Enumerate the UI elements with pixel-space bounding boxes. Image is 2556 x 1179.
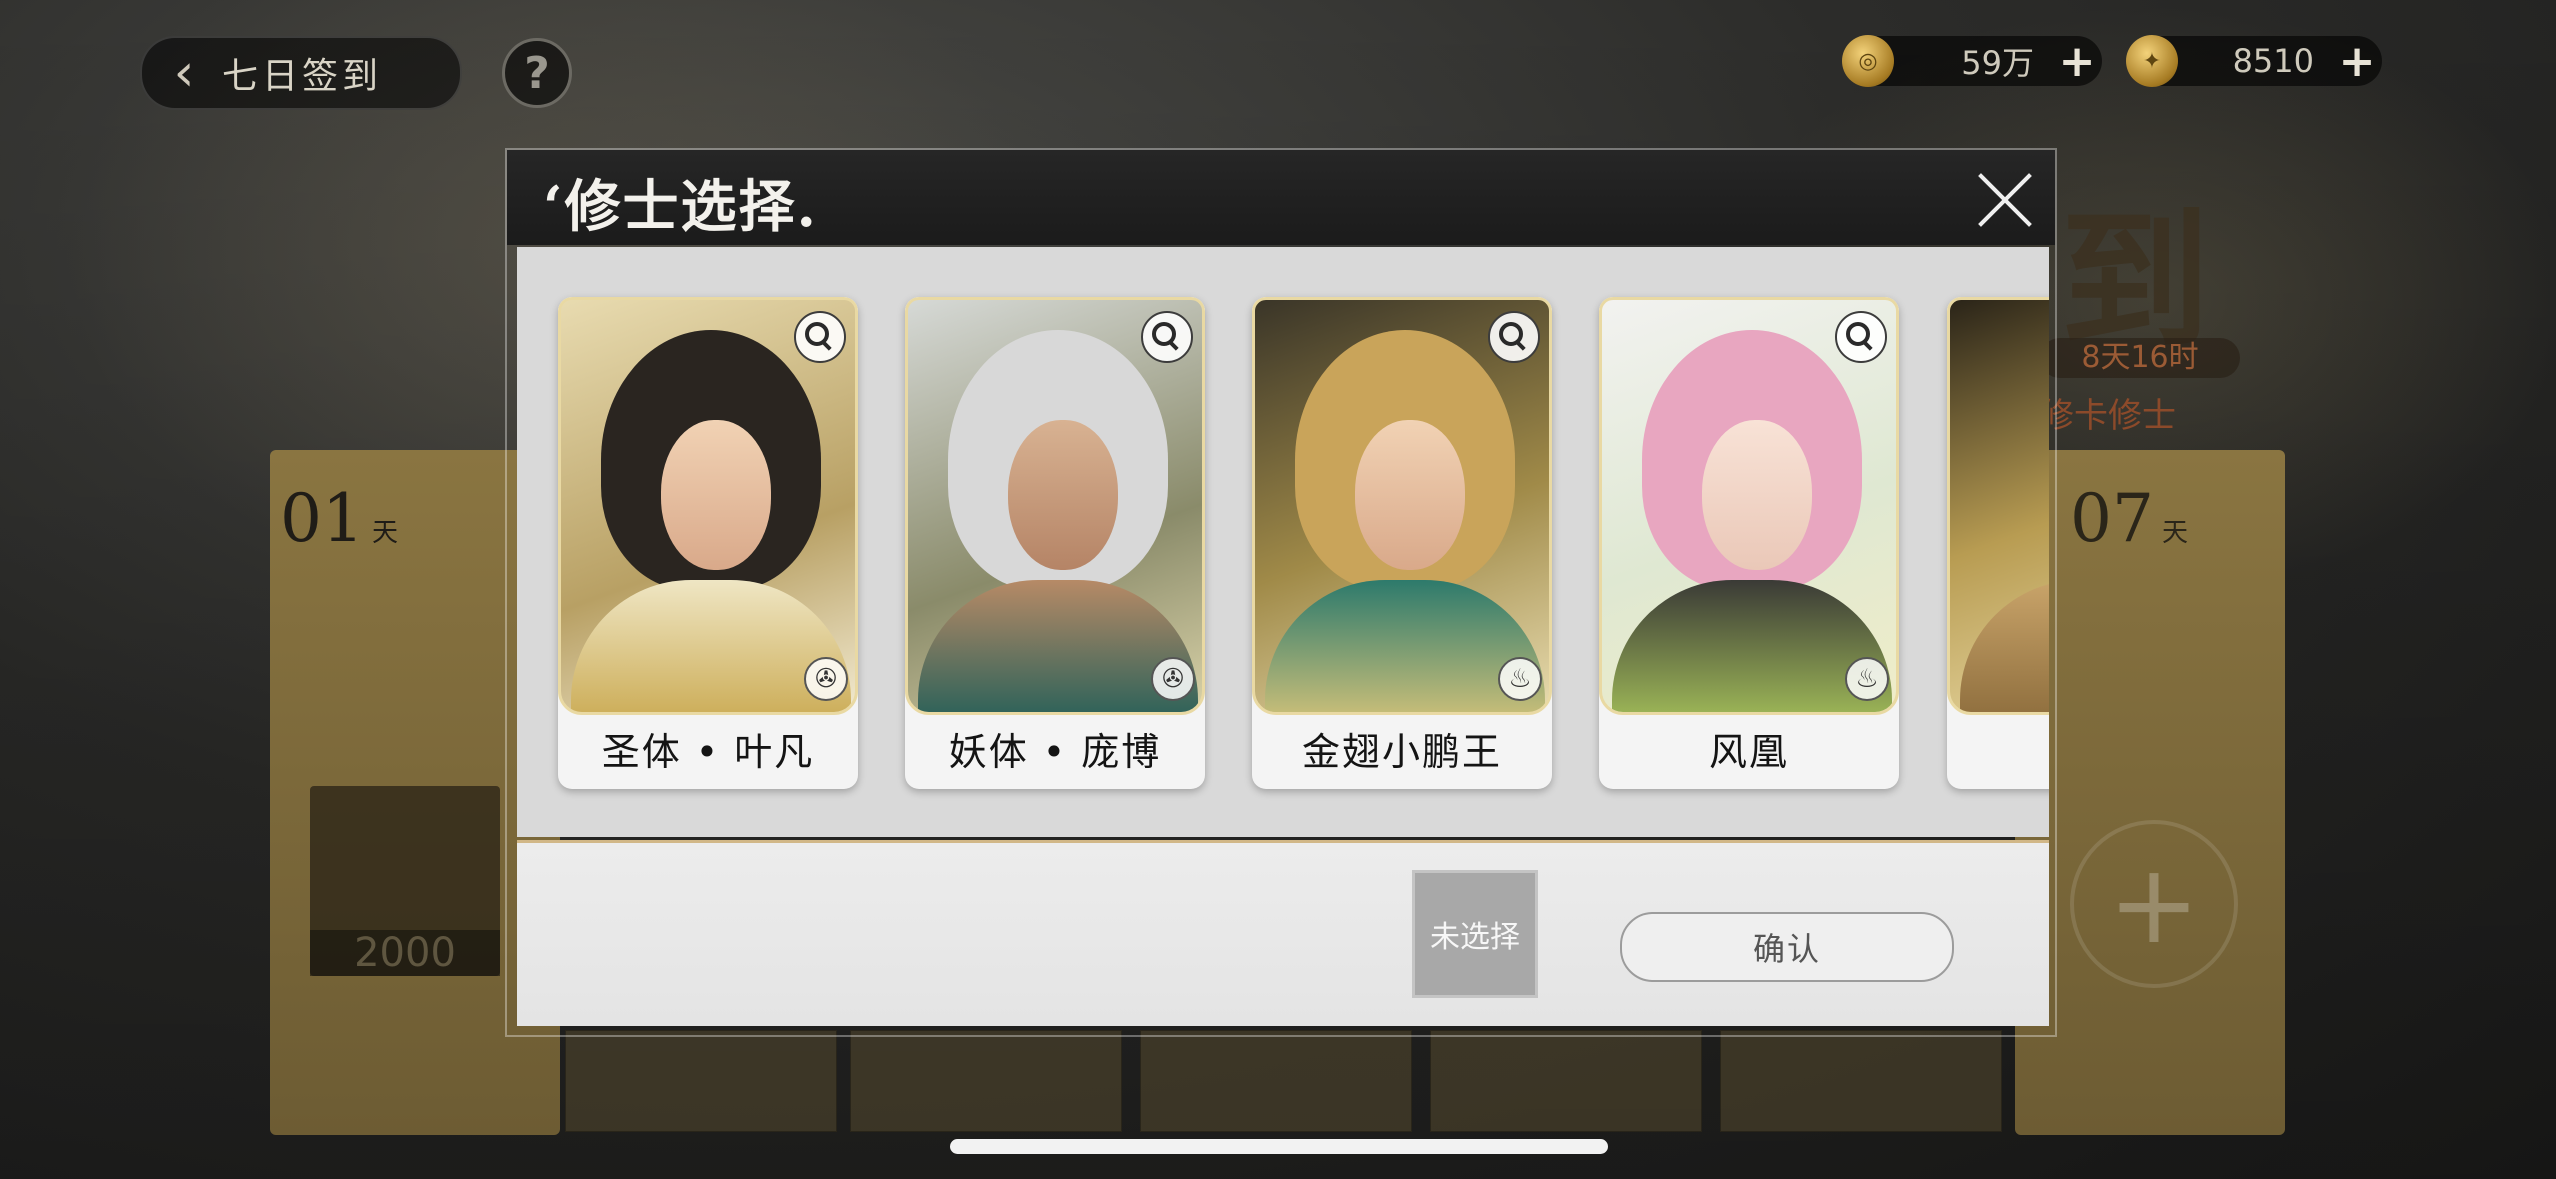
dialog-title: ‘修士选择. bbox=[543, 174, 818, 240]
selected-slot[interactable]: 未选择 bbox=[1412, 870, 1538, 998]
day-panel-3[interactable] bbox=[850, 1030, 1122, 1132]
add-icon[interactable]: + bbox=[2070, 820, 2238, 988]
magnify-icon[interactable] bbox=[1141, 311, 1193, 363]
close-icon[interactable] bbox=[1973, 168, 2037, 232]
character-card-2[interactable]: ✇ 妖体 • 庞博 bbox=[905, 297, 1205, 789]
day-panel-6[interactable] bbox=[1720, 1030, 2002, 1132]
character-name: 金翅小鹏王 bbox=[1301, 730, 1502, 774]
character-portrait bbox=[1947, 297, 2049, 715]
gem-icon: ✦ bbox=[2126, 35, 2178, 87]
event-timer: 8天16时 bbox=[2040, 338, 2240, 378]
swirl-element-icon: ✇ bbox=[1151, 657, 1195, 701]
chevron-left-icon: ‹ bbox=[173, 43, 195, 103]
card-list[interactable]: ✇ 圣体 • 叶凡 ✇ 妖体 • 庞博 ♨ 金翅小鹏王 ♨ 风凰 bbox=[517, 247, 2049, 837]
back-label: 七日签到 bbox=[222, 56, 383, 97]
confirm-button[interactable]: 确认 bbox=[1620, 912, 1954, 982]
character-card-1[interactable]: ✇ 圣体 • 叶凡 bbox=[558, 297, 858, 789]
reward-value: 2000 bbox=[310, 930, 500, 976]
character-name: 妖体 • 庞博 bbox=[948, 730, 1162, 774]
day-panel-5[interactable] bbox=[1430, 1030, 1702, 1132]
currency-gold-value: 59万 bbox=[1961, 44, 2034, 82]
add-gem-button[interactable]: + bbox=[2332, 36, 2382, 87]
back-button[interactable]: ‹ 七日签到 bbox=[140, 36, 462, 110]
character-name: 风凰 bbox=[1708, 730, 1789, 774]
flame-element-icon: ♨ bbox=[1845, 657, 1889, 701]
currency-gem: ✦ 8510 + bbox=[2126, 35, 2382, 87]
character-card-5[interactable] bbox=[1947, 297, 2049, 789]
event-subtitle: 修卡修士 bbox=[2040, 396, 2176, 436]
character-name bbox=[1947, 715, 2049, 789]
magnify-icon[interactable] bbox=[1488, 311, 1540, 363]
day-panel-2[interactable] bbox=[565, 1030, 837, 1132]
add-gold-button[interactable]: + bbox=[2052, 36, 2102, 87]
character-card-4[interactable]: ♨ 风凰 bbox=[1599, 297, 1899, 789]
swirl-element-icon: ✇ bbox=[804, 657, 848, 701]
day-7-label: 07 天 bbox=[2070, 480, 2188, 557]
dialog-header: ‘修士选择. bbox=[507, 150, 2055, 245]
magnify-icon[interactable] bbox=[794, 311, 846, 363]
home-indicator[interactable] bbox=[950, 1139, 1608, 1154]
coin-icon: ◎ bbox=[1842, 35, 1894, 87]
flame-element-icon: ♨ bbox=[1498, 657, 1542, 701]
cultivator-select-dialog: ‘修士选择. ✇ 圣体 • 叶凡 ✇ 妖体 • 庞博 ♨ 金翅小鹏王 ♨ 风凰 bbox=[505, 148, 2057, 1037]
currency-gem-value: 8510 bbox=[2232, 42, 2314, 80]
magnify-icon[interactable] bbox=[1835, 311, 1887, 363]
currency-gold: ◎ 59万 + bbox=[1842, 35, 2102, 87]
help-button[interactable]: ? bbox=[502, 38, 572, 108]
character-card-3[interactable]: ♨ 金翅小鹏王 bbox=[1252, 297, 1552, 789]
day-1-label: 01 天 bbox=[280, 480, 398, 557]
character-name: 圣体 • 叶凡 bbox=[601, 730, 815, 774]
day-panel-4[interactable] bbox=[1140, 1030, 1412, 1132]
